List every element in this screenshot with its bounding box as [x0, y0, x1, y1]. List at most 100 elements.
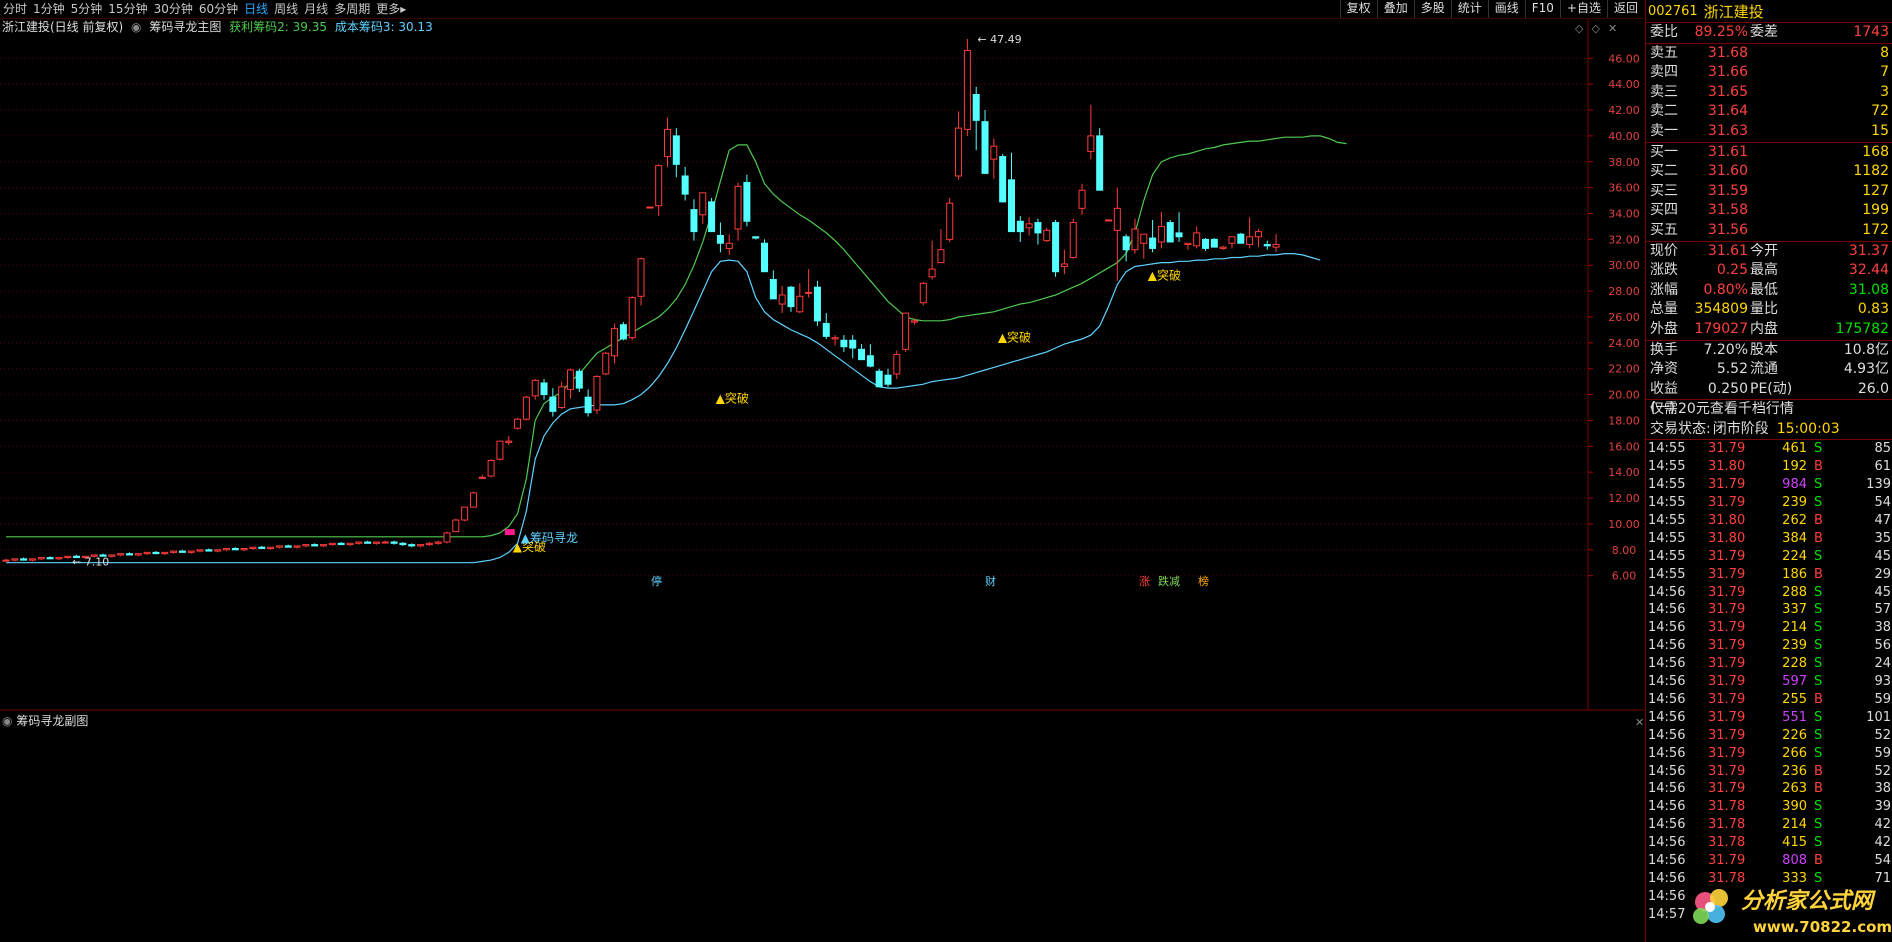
candle[interactable] [1122, 234, 1130, 262]
period-tab[interactable]: 多周期 [331, 0, 373, 18]
sub-collapse-icon[interactable]: ◉ [2, 714, 12, 728]
candle[interactable] [946, 197, 954, 242]
candle[interactable] [1007, 152, 1015, 233]
period-tab[interactable]: 5分钟 [68, 0, 106, 18]
candle[interactable] [311, 543, 319, 547]
bids-level[interactable]: 买五 31.56 172 [1646, 221, 1892, 241]
candle[interactable] [258, 545, 266, 549]
toolbar-button[interactable]: 画线 [1487, 0, 1525, 18]
candle[interactable] [117, 553, 125, 557]
candle[interactable] [1025, 217, 1033, 236]
event-marker[interactable]: 停 [651, 574, 662, 588]
candle[interactable] [778, 285, 786, 314]
candle[interactable] [637, 257, 645, 306]
period-tab[interactable]: 15分钟 [105, 0, 150, 18]
period-tab[interactable]: 周线 [271, 0, 301, 18]
candle[interactable] [1113, 187, 1121, 281]
candle[interactable] [469, 491, 477, 508]
candle[interactable] [955, 111, 963, 180]
candle[interactable] [337, 542, 345, 546]
indicator-name[interactable]: 筹码寻龙主图 [149, 20, 221, 34]
candle[interactable] [1105, 219, 1112, 222]
candle[interactable] [328, 542, 336, 546]
candle[interactable] [743, 174, 751, 227]
candle[interactable] [1016, 216, 1024, 242]
candle[interactable] [487, 459, 495, 478]
candle[interactable] [1246, 217, 1254, 249]
candle[interactable] [143, 551, 151, 555]
candle[interactable] [125, 552, 133, 556]
minimize-icon[interactable]: ◇ [1575, 22, 1583, 35]
toolbar-button[interactable]: 复权 [1339, 0, 1377, 18]
candle[interactable] [522, 395, 530, 421]
candle[interactable] [531, 379, 539, 400]
candle[interactable] [249, 546, 257, 550]
candle[interactable] [1043, 227, 1051, 242]
candle[interactable] [1140, 233, 1148, 259]
candle[interactable] [1034, 218, 1042, 245]
event-marker[interactable]: 榜 [1198, 574, 1209, 588]
bids-level[interactable]: 买二 31.60 1182 [1646, 162, 1892, 182]
candle[interactable] [425, 542, 433, 546]
candle[interactable] [161, 551, 169, 555]
candle[interactable] [452, 518, 460, 533]
candle[interactable] [399, 542, 407, 546]
period-tab[interactable]: 60分钟 [196, 0, 241, 18]
candle[interactable] [346, 542, 354, 546]
toolbar-button[interactable]: 返回 [1606, 0, 1644, 18]
candle[interactable] [37, 557, 45, 561]
candle[interactable] [1166, 219, 1174, 243]
promo-link[interactable]: 仅需20元查看千档行情 [1646, 400, 1794, 420]
candle[interactable] [787, 285, 795, 312]
candle[interactable] [619, 322, 627, 341]
candle[interactable] [1096, 128, 1104, 191]
candle[interactable] [690, 199, 698, 241]
toolbar-button[interactable]: 叠加 [1376, 0, 1414, 18]
candle[interactable] [990, 138, 998, 179]
asks-level[interactable]: 卖二 31.64 72 [1646, 102, 1892, 122]
candle[interactable] [734, 182, 742, 241]
candle[interactable] [372, 541, 380, 545]
candle[interactable] [1272, 234, 1280, 253]
asks-level[interactable]: 卖一 31.63 15 [1646, 122, 1892, 142]
bids-level[interactable]: 买三 31.59 127 [1646, 182, 1892, 202]
tick-list[interactable]: 14:55 31.79 461 S 85 14:55 31.80 192 B 61 14:55 31.… [1646, 440, 1892, 923]
candle[interactable] [937, 229, 945, 264]
asks-level[interactable]: 卖五 31.68 8 [1646, 44, 1892, 64]
candle[interactable] [28, 558, 36, 562]
event-marker[interactable]: 跌减 [1158, 574, 1180, 588]
candle[interactable] [443, 531, 451, 544]
sub-indicator-name[interactable]: 筹码寻龙副图 [16, 714, 88, 728]
candle[interactable] [205, 548, 213, 552]
candle[interactable] [831, 335, 839, 346]
candle[interactable] [152, 551, 160, 555]
candle[interactable] [302, 544, 310, 548]
candle[interactable] [761, 239, 769, 273]
candle[interactable] [584, 389, 592, 417]
candle[interactable] [64, 555, 72, 559]
main-chart[interactable]: 46.00 44.00 42.00 40.00 38.00 36.00 34.00 32.00… [0, 19, 1644, 711]
candle[interactable] [1202, 238, 1210, 252]
candle[interactable] [716, 222, 724, 253]
candle[interactable] [355, 541, 363, 545]
candle[interactable] [478, 474, 486, 479]
candle[interactable] [231, 547, 239, 551]
candle[interactable] [1060, 249, 1068, 275]
candle[interactable] [1228, 236, 1236, 249]
candle[interactable] [655, 164, 663, 217]
sub-close-icon[interactable]: ✕ [1635, 716, 1644, 729]
candle[interactable] [1087, 104, 1095, 160]
candle[interactable] [1069, 218, 1077, 259]
toolbar-button[interactable]: +自选 [1559, 0, 1607, 18]
event-marker[interactable]: 财 [985, 574, 996, 588]
close-icon[interactable]: ✕ [1608, 22, 1617, 35]
period-tab[interactable]: 更多▸ [373, 0, 409, 18]
candle[interactable] [240, 547, 248, 552]
candle[interactable] [46, 556, 54, 560]
candle[interactable] [275, 545, 283, 549]
candle[interactable] [708, 197, 716, 233]
candle[interactable] [805, 269, 813, 298]
candle[interactable] [549, 388, 557, 417]
asks-level[interactable]: 卖三 31.65 3 [1646, 83, 1892, 103]
candle[interactable] [963, 38, 971, 136]
